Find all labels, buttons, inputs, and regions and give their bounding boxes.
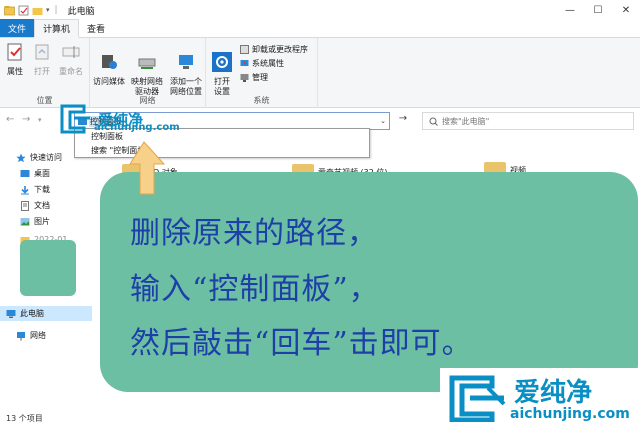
ribbon-tabs: 文件 计算机 查看 bbox=[0, 19, 640, 38]
watermark-logo-icon bbox=[449, 375, 506, 422]
properties-quick-icon[interactable] bbox=[18, 5, 29, 16]
sidebar-item-label: 图片 bbox=[34, 217, 50, 226]
add-network-location-label: 添加一个 网络位置 bbox=[170, 77, 202, 96]
close-button[interactable]: ✕ bbox=[612, 0, 640, 20]
instruction-line: 输入“控制面板”， bbox=[130, 272, 380, 307]
open-icon bbox=[35, 44, 49, 60]
search-icon bbox=[429, 117, 438, 126]
pictures-icon bbox=[20, 217, 30, 226]
sidebar-item-documents[interactable]: 文档 bbox=[0, 198, 92, 213]
go-arrow-icon[interactable]: → bbox=[394, 113, 412, 129]
tab-view[interactable]: 查看 bbox=[79, 19, 113, 37]
settings-gear-icon bbox=[212, 52, 232, 72]
ribbon-group-system: 打开 设置 卸载或更改程序 系统属性 管理 系统 bbox=[206, 38, 318, 108]
item-count: 13 个项目 bbox=[6, 414, 43, 423]
window-title: 此电脑 bbox=[67, 6, 95, 17]
watermark-url: aichunjing.com bbox=[510, 406, 630, 422]
map-network-drive-button[interactable]: 映射网络 驱动器 bbox=[128, 42, 166, 97]
properties-label: 属性 bbox=[7, 67, 23, 76]
sidebar-item-label: 桌面 bbox=[34, 169, 50, 178]
map-drive-icon bbox=[138, 58, 156, 69]
watermark-text: 爱纯净 bbox=[514, 378, 593, 408]
address-dropdown-icon[interactable]: ⌄ bbox=[380, 117, 386, 125]
forward-arrow-icon[interactable]: → bbox=[22, 114, 30, 125]
rename-button[interactable]: 重命名 bbox=[56, 42, 86, 77]
star-icon bbox=[16, 153, 26, 162]
manage-button[interactable]: 管理 bbox=[240, 72, 268, 83]
watermark-url: aichunjing.com bbox=[94, 122, 180, 133]
access-media-label: 访问媒体 bbox=[93, 77, 125, 86]
system-properties-icon bbox=[240, 60, 249, 66]
add-network-location-button[interactable]: 添加一个 网络位置 bbox=[168, 42, 204, 97]
media-icon bbox=[102, 55, 117, 69]
sidebar-item-network[interactable]: 网络 bbox=[0, 328, 92, 343]
manage-icon bbox=[240, 74, 249, 82]
title-bar: ▾ | 此电脑 — ☐ ✕ bbox=[0, 0, 640, 20]
sidebar-item-label: 下载 bbox=[34, 185, 50, 194]
back-arrow-icon[interactable]: ← bbox=[6, 114, 14, 125]
pointer-arrow-icon bbox=[129, 141, 166, 195]
sidebar-item-desktop[interactable]: 桌面 bbox=[0, 166, 92, 181]
minimize-button[interactable]: — bbox=[556, 0, 584, 20]
instruction-line: 删除原来的路径， bbox=[130, 216, 378, 251]
open-button[interactable]: 打开 bbox=[30, 42, 54, 77]
tab-file[interactable]: 文件 bbox=[0, 19, 35, 37]
window-controls: — ☐ ✕ bbox=[556, 0, 640, 20]
instruction-callout: 删除原来的路径， 输入“控制面板”， 然后敲击“回车”击即可。 bbox=[100, 172, 638, 392]
system-properties-label: 系统属性 bbox=[252, 59, 284, 68]
sidebar-item-this-pc[interactable]: 此电脑 bbox=[0, 306, 92, 321]
explorer-app-icon bbox=[4, 5, 15, 15]
ribbon: 属性 打开 重命名 位置 访问媒体 映射网络 驱动器 添加一个 网络位置 网络 bbox=[0, 38, 640, 108]
system-properties-button[interactable]: 系统属性 bbox=[240, 58, 284, 69]
rename-label: 重命名 bbox=[59, 67, 83, 76]
new-folder-quick-icon[interactable] bbox=[32, 5, 43, 16]
tab-computer[interactable]: 计算机 bbox=[34, 19, 80, 38]
uninstall-icon bbox=[240, 45, 249, 54]
computer-icon bbox=[6, 309, 16, 318]
sidebar-item-label: 网络 bbox=[30, 331, 46, 340]
autocomplete-item[interactable]: 搜索 "控制面板" bbox=[75, 143, 369, 157]
title-separator: | bbox=[54, 5, 58, 15]
rename-icon bbox=[62, 46, 80, 58]
customize-quick-access-icon[interactable]: ▾ bbox=[46, 6, 50, 14]
instruction-line: 然后敲击“回车”击即可。 bbox=[130, 326, 473, 361]
sidebar-item-label: 快速访问 bbox=[30, 153, 62, 162]
access-media-button[interactable]: 访问媒体 bbox=[92, 42, 126, 87]
sidebar-item-label: 此电脑 bbox=[20, 309, 44, 318]
sidebar-item-pictures[interactable]: 图片 bbox=[0, 214, 92, 229]
open-settings-button[interactable]: 打开 设置 bbox=[210, 42, 234, 97]
network-icon bbox=[17, 331, 25, 340]
search-box[interactable]: 搜索"此电脑" bbox=[422, 112, 634, 130]
properties-button[interactable]: 属性 bbox=[4, 42, 26, 77]
watermark-logo-icon bbox=[60, 104, 90, 134]
map-network-drive-label: 映射网络 驱动器 bbox=[131, 77, 163, 96]
search-placeholder: 搜索"此电脑" bbox=[442, 116, 490, 126]
sidebar-item-label: 文档 bbox=[34, 201, 50, 210]
open-settings-label: 打开 设置 bbox=[214, 77, 230, 96]
uninstall-label: 卸载或更改程序 bbox=[252, 45, 308, 54]
recent-locations-icon[interactable]: ▾ bbox=[38, 116, 42, 124]
system-group-label: 系统 bbox=[253, 96, 270, 105]
ribbon-group-network: 访问媒体 映射网络 驱动器 添加一个 网络位置 网络 bbox=[90, 38, 206, 108]
add-network-location-icon bbox=[179, 55, 193, 69]
sidebar-item-downloads[interactable]: 下载 bbox=[0, 182, 92, 197]
manage-label: 管理 bbox=[252, 73, 268, 82]
maximize-button[interactable]: ☐ bbox=[584, 0, 612, 20]
download-icon bbox=[21, 185, 29, 194]
uninstall-button[interactable]: 卸载或更改程序 bbox=[240, 44, 308, 55]
ribbon-group-location: 属性 打开 重命名 位置 bbox=[0, 38, 90, 108]
documents-icon bbox=[21, 200, 29, 211]
watermark-top: 爱纯净 aichunjing.com bbox=[60, 104, 180, 134]
image-placeholder-block bbox=[20, 240, 76, 296]
watermark-bottom: 爱纯净 aichunjing.com bbox=[440, 368, 640, 427]
desktop-icon bbox=[20, 169, 30, 177]
open-label: 打开 bbox=[34, 67, 50, 76]
quick-access-toolbar: ▾ | bbox=[0, 5, 58, 16]
properties-icon bbox=[7, 43, 22, 61]
